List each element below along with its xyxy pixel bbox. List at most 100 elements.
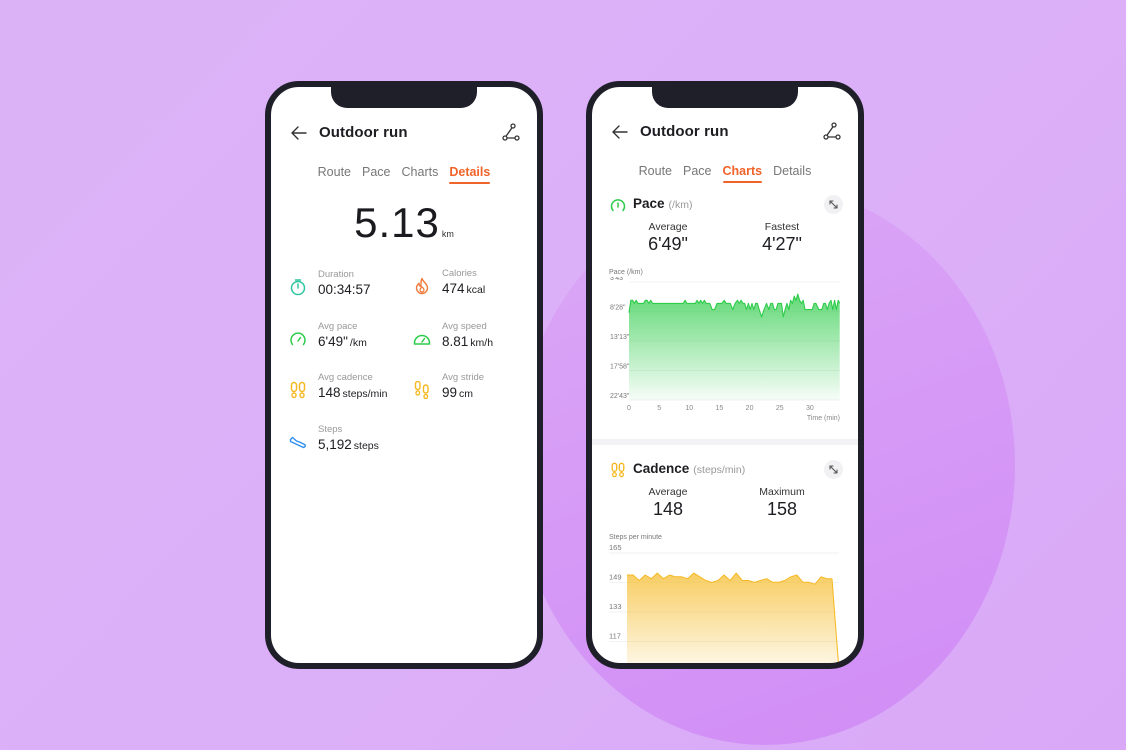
- expand-cadence-chart-button[interactable]: [824, 460, 843, 479]
- metric-label: Avg stride: [442, 372, 485, 383]
- x-tick-label: 10: [685, 405, 693, 412]
- tab-route[interactable]: Route: [639, 164, 672, 182]
- section-divider: [592, 439, 858, 445]
- metric-value: 5,192 steps: [318, 437, 379, 452]
- route-icon[interactable]: [501, 122, 521, 142]
- stat-value: 6'49": [648, 234, 688, 254]
- tab-charts[interactable]: Charts: [402, 165, 439, 183]
- metric-label: Steps: [318, 424, 343, 435]
- tab-pace[interactable]: Pace: [683, 164, 712, 182]
- value-number: 6'49": [318, 334, 348, 349]
- cadence-section-header: Cadence (steps/min): [592, 460, 858, 482]
- x-tick-label: 20: [746, 405, 754, 412]
- x-tick-label: 30: [806, 405, 814, 412]
- distance-unit: km: [441, 229, 454, 239]
- tab-bar: Route Pace Charts Details: [271, 165, 537, 184]
- arrow-left-icon[interactable]: [289, 123, 309, 143]
- pace-chart: 3'43" 8'28" 13'13" 17'58" 22'43" 0 5 10 15 20 25 30…: [610, 277, 841, 422]
- value-number: 99: [442, 385, 458, 400]
- metric-value: 99 cm: [442, 385, 473, 400]
- metric-value: 474 kcal: [442, 281, 485, 296]
- y-tick-label: 133: [609, 602, 622, 611]
- metric-steps: Steps 5,192 steps: [289, 424, 409, 464]
- tab-route[interactable]: Route: [318, 165, 351, 183]
- stat-maximum-cadence: Maximum 158: [732, 486, 832, 520]
- stat-average-pace: Average 6'49": [618, 221, 718, 255]
- y-tick-label: 13'13": [610, 334, 630, 341]
- y-tick-label: 165: [609, 543, 622, 552]
- tab-details[interactable]: Details: [773, 164, 811, 182]
- section-title: Pace (/km): [633, 196, 692, 211]
- route-icon[interactable]: [822, 121, 842, 141]
- phone-details-screen: Outdoor run Route Pace Charts Details 5.…: [265, 81, 543, 669]
- phone-notch: [331, 87, 477, 108]
- section-unit: (steps/min): [693, 464, 746, 476]
- stat-value: 158: [766, 499, 798, 519]
- tab-details[interactable]: Details: [449, 165, 491, 184]
- x-tick-label: 0: [627, 405, 631, 412]
- stopwatch-icon: [290, 279, 306, 296]
- page-title: Outdoor run: [319, 124, 408, 141]
- stat-average-cadence: Average 148: [618, 486, 718, 520]
- value-unit: kcal: [466, 284, 486, 296]
- cadence-chart-ylabel: Steps per minute: [609, 534, 662, 541]
- metric-duration: Duration 00:34:57: [289, 269, 409, 309]
- value-number: 474: [442, 281, 465, 296]
- footprints-icon: [290, 381, 306, 399]
- phone-notch: [652, 87, 798, 108]
- stat-value: 4'27": [762, 234, 802, 254]
- metric-value: 6'49"/km: [318, 334, 367, 349]
- pace-chart-ylabel: Pace (/km): [609, 269, 643, 276]
- metric-value: 00:34:57: [318, 282, 371, 297]
- stat-label: Fastest: [764, 221, 800, 233]
- app-header: Outdoor run: [271, 120, 537, 150]
- section-unit: (/km): [668, 199, 693, 211]
- app-header: Outdoor run: [592, 119, 858, 149]
- stat-value: 148: [652, 499, 684, 519]
- expand-pace-chart-button[interactable]: [824, 195, 843, 214]
- x-tick-label: 5: [657, 405, 661, 412]
- page-title: Outdoor run: [640, 123, 729, 140]
- metric-value: 148 steps/min: [318, 385, 387, 400]
- cadence-area: [627, 573, 839, 663]
- value-number: 00:34:57: [318, 282, 371, 297]
- stat-fastest-pace: Fastest 4'27": [732, 221, 832, 255]
- metric-label: Duration: [318, 269, 354, 280]
- tab-charts[interactable]: Charts: [722, 164, 762, 183]
- y-tick-label: 8'28": [610, 305, 626, 312]
- shoe-icon: [289, 436, 306, 449]
- metric-label: Calories: [442, 268, 477, 279]
- pace-section-header: Pace (/km): [592, 195, 858, 217]
- distance-display: 5.13 km: [271, 199, 537, 247]
- metric-label: Avg speed: [442, 321, 487, 332]
- metric-label: Avg cadence: [318, 372, 373, 383]
- phone-charts-screen: Outdoor run Route Pace Charts Details Pa…: [586, 81, 864, 669]
- arrow-left-icon[interactable]: [610, 122, 630, 142]
- stat-label: Average: [648, 221, 688, 233]
- value-unit: steps: [353, 440, 379, 452]
- value-number: 5,192: [318, 437, 352, 452]
- value-unit: /km: [349, 337, 367, 349]
- metric-label: Avg pace: [318, 321, 358, 332]
- metric-avg-cadence: Avg cadence 148 steps/min: [289, 372, 409, 412]
- value-number: 148: [318, 385, 341, 400]
- tab-pace[interactable]: Pace: [362, 165, 391, 183]
- value-unit: steps/min: [342, 388, 388, 400]
- y-tick-label: 22'43": [610, 393, 630, 400]
- stat-label: Maximum: [759, 486, 805, 498]
- value-number: 8.81: [442, 334, 469, 349]
- section-name: Cadence: [633, 461, 690, 476]
- value-unit: cm: [459, 388, 474, 400]
- x-tick-label: 25: [776, 405, 784, 412]
- metric-avg-stride: Avg stride 99 cm: [413, 372, 533, 412]
- stat-label: Average: [648, 486, 688, 498]
- flame-icon: [415, 277, 429, 295]
- metric-avg-pace: Avg pace 6'49"/km: [289, 321, 409, 361]
- distance-value: 5.13: [354, 199, 440, 246]
- tab-bar: Route Pace Charts Details: [592, 164, 858, 183]
- x-axis-label: Time (min): [807, 415, 840, 422]
- x-tick-label: 15: [716, 405, 724, 412]
- expand-icon: [829, 465, 838, 474]
- y-tick-label: 3'43": [610, 277, 626, 282]
- y-tick-label: 117: [609, 632, 621, 641]
